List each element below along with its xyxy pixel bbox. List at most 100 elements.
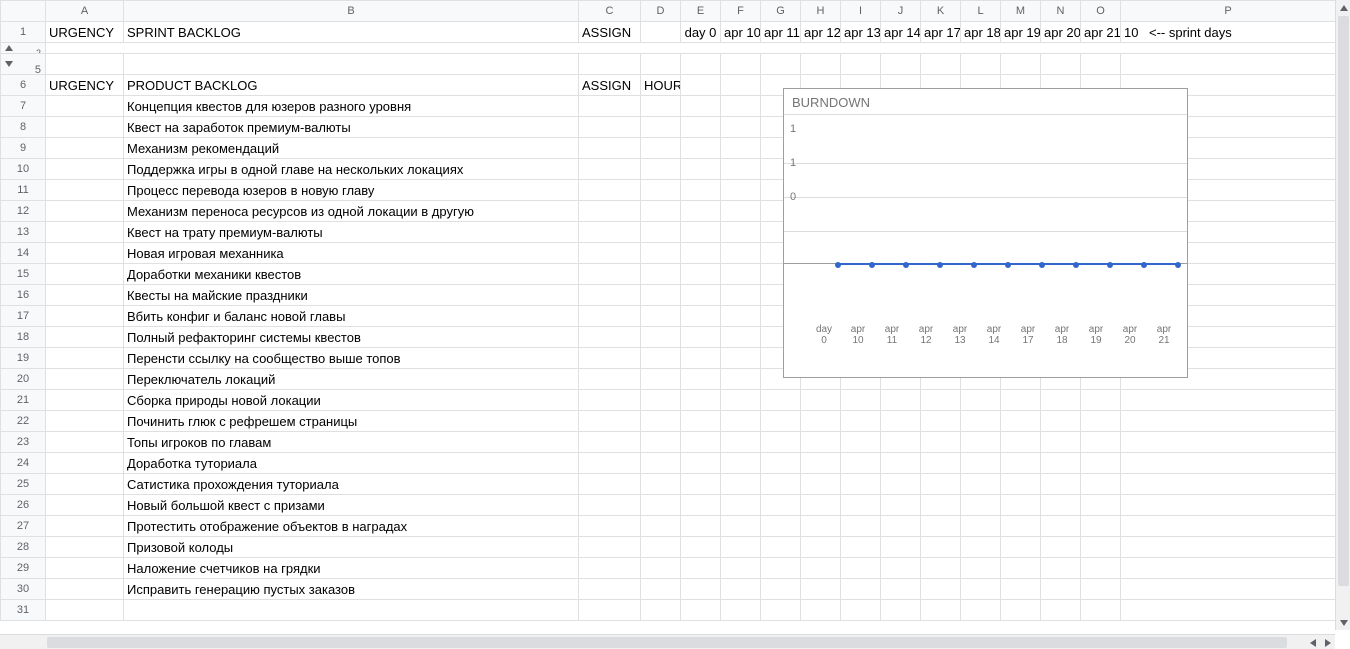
cell-K1[interactable]: apr 17 [921,22,961,43]
col-header-K[interactable]: K [921,1,961,22]
cell-B9[interactable]: Механизм рекомендаций [124,138,579,159]
row-31[interactable]: 31 [1,600,1336,621]
cell-J1[interactable]: apr 14 [881,22,921,43]
row-header-15[interactable]: 15 [1,264,46,285]
row-header-20[interactable]: 20 [1,369,46,390]
row-header-22[interactable]: 22 [1,411,46,432]
row-2[interactable]: 2 [1,43,1336,54]
row-header-26[interactable]: 26 [1,495,46,516]
cell-B17[interactable]: Вбить конфиг и баланс новой главы [124,306,579,327]
cell-B14[interactable]: Новая игровая механника [124,243,579,264]
cell-B8[interactable]: Квест на заработок премиум-валюты [124,117,579,138]
cell-H1[interactable]: apr 12 [801,22,841,43]
cell-B26[interactable]: Новый большой квест с призами [124,495,579,516]
row-21[interactable]: 21 Сборка природы новой локации [1,390,1336,411]
cell-D6[interactable]: HOURS [641,75,681,96]
cell-F1[interactable]: apr 10 [721,22,761,43]
cell-A6[interactable]: URGENCY [46,75,124,96]
col-header-D[interactable]: D [641,1,681,22]
row-header-27[interactable]: 27 [1,516,46,537]
select-all-corner[interactable] [1,1,46,22]
row-header-11[interactable]: 11 [1,180,46,201]
row-header-7[interactable]: 7 [1,96,46,117]
row-header-23[interactable]: 23 [1,432,46,453]
row-header-28[interactable]: 28 [1,537,46,558]
row-header-18[interactable]: 18 [1,327,46,348]
col-header-G[interactable]: G [761,1,801,22]
row-header-5[interactable]: 5 [1,54,46,75]
row-27[interactable]: 27 Протестить отображение объектов в нагр… [1,516,1336,537]
cell-O1[interactable]: apr 21 [1081,22,1121,43]
cell-P1[interactable]: 10 <-- sprint days [1121,22,1336,43]
col-header-N[interactable]: N [1041,1,1081,22]
col-header-I[interactable]: I [841,1,881,22]
cell-B20[interactable]: Переключатель локаций [124,369,579,390]
cell-B19[interactable]: Перенсти ссылку на сообщество выше топов [124,348,579,369]
cell-D1[interactable] [641,22,681,43]
row-29[interactable]: 29Наложение счетчиков на грядки [1,558,1336,579]
row-23[interactable]: 23 Топы игроков по главам [1,432,1336,453]
cell-B29[interactable]: Наложение счетчиков на грядки [124,558,579,579]
vertical-scrollbar[interactable] [1335,0,1350,630]
cell-C1[interactable]: ASSIGN [579,22,641,43]
row-header-9[interactable]: 9 [1,138,46,159]
cell-M1[interactable]: apr 19 [1001,22,1041,43]
horizontal-scroll-thumb[interactable] [47,637,1287,648]
cell-N1[interactable]: apr 20 [1041,22,1081,43]
scroll-left-button[interactable] [1305,635,1320,649]
row-header-1[interactable]: 1 [1,22,46,43]
row-25[interactable]: 25 Сатистика прохождения туториала [1,474,1336,495]
cell-A1[interactable]: URGENCY [46,22,124,43]
cell-B18[interactable]: Полный рефакторинг системы квестов [124,327,579,348]
scroll-up-button[interactable] [1336,0,1350,15]
cell-B24[interactable]: Доработка туториала [124,453,579,474]
row-header-16[interactable]: 16 [1,285,46,306]
vertical-scroll-thumb[interactable] [1338,16,1349,586]
row-28[interactable]: 28 Призовой колоды [1,537,1336,558]
group-expand-down-icon[interactable] [5,61,13,67]
col-header-A[interactable]: A [46,1,124,22]
row-header-17[interactable]: 17 [1,306,46,327]
col-header-H[interactable]: H [801,1,841,22]
col-header-E[interactable]: E [681,1,721,22]
cell-B13[interactable]: Квест на трату премиум-валюты [124,222,579,243]
row-26[interactable]: 26 Новый большой квест с призами [1,495,1336,516]
column-header-row[interactable]: A B C D E F G H I J K L M N O P [1,1,1336,22]
row-header-10[interactable]: 10 [1,159,46,180]
cell-B27[interactable]: Протестить отображение объектов в наград… [124,516,579,537]
cell-I1[interactable]: apr 13 [841,22,881,43]
row-header-24[interactable]: 24 [1,453,46,474]
row-header-6[interactable]: 6 [1,75,46,96]
row-header-30[interactable]: 30 [1,579,46,600]
cell-E1[interactable]: day 0 [681,22,721,43]
cell-B7[interactable]: Концепция квестов для юзеров разного уро… [124,96,579,117]
cell-B30[interactable]: Исправить генерацию пустых заказов [124,579,579,600]
cell-B25[interactable]: Сатистика прохождения туториала [124,474,579,495]
col-header-P[interactable]: P [1121,1,1336,22]
col-header-B[interactable]: B [124,1,579,22]
row-header-25[interactable]: 25 [1,474,46,495]
cell-B28[interactable]: Призовой колоды [124,537,579,558]
row-header-19[interactable]: 19 [1,348,46,369]
cell-G1[interactable]: apr 11 [761,22,801,43]
cell-B10[interactable]: Поддержка игры в одной главе на нескольк… [124,159,579,180]
row-header-8[interactable]: 8 [1,117,46,138]
cell-B6[interactable]: PRODUCT BACKLOG [124,75,579,96]
col-header-C[interactable]: C [579,1,641,22]
cell-B11[interactable]: Процесс перевода юзеров в новую главу [124,180,579,201]
cell-L1[interactable]: apr 18 [961,22,1001,43]
burndown-chart[interactable]: BURNDOWN 1 1 0 day0apr10apr11apr12apr13a… [783,88,1188,378]
cell-B21[interactable]: Сборка природы новой локации [124,390,579,411]
row-header-31[interactable]: 31 [1,600,46,621]
cell-B22[interactable]: Починить глюк с рефрешем страницы [124,411,579,432]
row-24[interactable]: 24 Доработка туториала [1,453,1336,474]
cell-B15[interactable]: Доработки механики квестов [124,264,579,285]
cell-B1[interactable]: SPRINT BACKLOG [124,22,579,43]
cell-B16[interactable]: Квесты на майские праздники [124,285,579,306]
cell-B12[interactable]: Механизм переноса ресурсов из одной лока… [124,201,579,222]
horizontal-scrollbar[interactable] [0,634,1335,649]
col-header-F[interactable]: F [721,1,761,22]
row-header-21[interactable]: 21 [1,390,46,411]
row-header-2[interactable]: 2 [1,43,46,54]
cell-B23[interactable]: Топы игроков по главам [124,432,579,453]
